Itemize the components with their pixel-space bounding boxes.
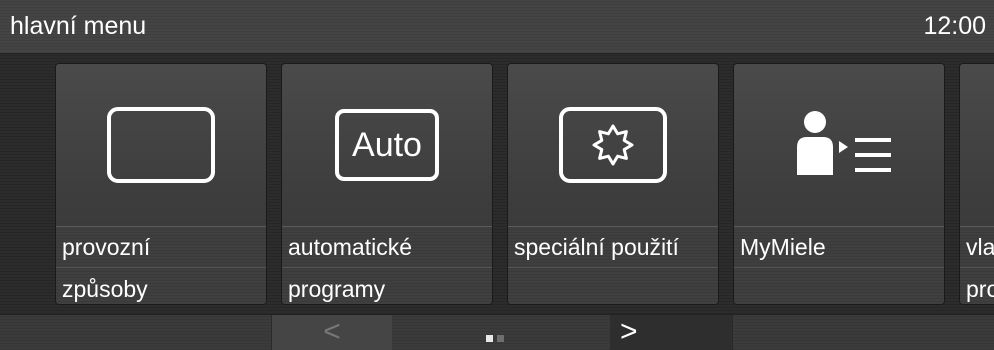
tile-label: MyMiele — [740, 234, 826, 260]
tile-label: vla — [966, 234, 994, 260]
tile-label-line2: způsoby — [62, 276, 148, 302]
page-dot-active — [486, 335, 493, 342]
blank-rectangle-icon — [56, 64, 266, 226]
clock: 12:00 — [923, 12, 986, 40]
auto-icon-text: Auto — [335, 109, 439, 181]
starburst-icon — [508, 64, 718, 226]
menu-tiles-area: provozní způsoby Auto automatické progra… — [0, 54, 994, 314]
next-page-button[interactable]: > — [610, 315, 732, 350]
tile-custom-programs[interactable]: vla pro — [960, 64, 994, 304]
page-title: hlavní menu — [10, 12, 147, 40]
user-list-icon — [734, 64, 944, 226]
tile-operating-modes[interactable]: provozní způsoby — [56, 64, 266, 304]
tile-automatic-programs[interactable]: Auto automatické programy — [282, 64, 492, 304]
tile-mymiele[interactable]: MyMiele — [734, 64, 944, 304]
footer-nav-bar: < > — [0, 314, 994, 350]
tile-label: speciální použití — [514, 234, 679, 260]
page-indicator — [486, 329, 508, 342]
prev-page-button[interactable]: < — [272, 315, 392, 350]
header-bar: hlavní menu 12:00 — [0, 0, 994, 54]
tile-label: provozní — [62, 234, 151, 260]
tile-special-use[interactable]: speciální použití — [508, 64, 718, 304]
tile-label: automatické — [288, 234, 413, 260]
tile-label-line2: programy — [288, 276, 386, 302]
tile-label-line2: pro — [966, 276, 994, 302]
auto-icon: Auto — [282, 64, 492, 226]
page-dot — [497, 335, 504, 342]
